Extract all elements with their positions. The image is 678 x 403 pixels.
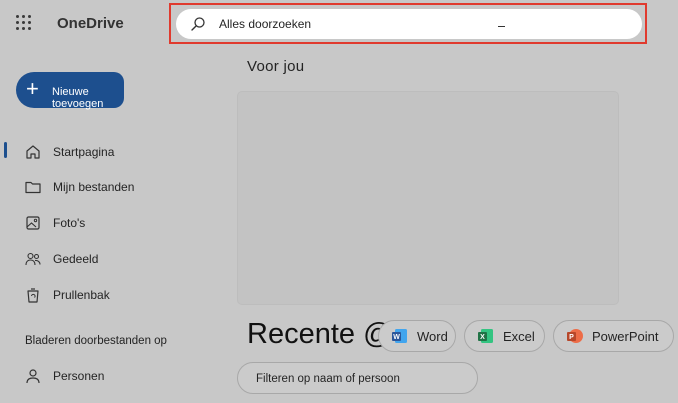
sidebar-item-label: Personen [53,369,105,383]
sidebar-item-label: Mijn bestanden [53,180,135,194]
search-icon [191,17,205,31]
add-new-button[interactable]: + Nieuwe toevoegen [16,72,124,110]
image-icon [26,216,40,230]
sidebar-item-recycle-bin[interactable]: Prullenbak [24,284,110,306]
sidebar-item-label: Startpagina [53,145,115,159]
recent-heading: Recente @ [247,318,393,350]
sidebar-item-photos[interactable]: Foto's [24,212,85,234]
filter-chip-label: Word [417,328,448,344]
app-launcher-icon[interactable] [16,15,32,31]
word-icon: W [392,329,407,343]
filter-chip-excel[interactable]: X Excel [464,320,545,352]
filter-chip-label: Excel [503,328,535,344]
app-title[interactable]: OneDrive [57,15,124,32]
folder-icon [25,181,41,194]
svg-text:W: W [393,334,400,341]
person-icon [26,369,40,384]
svg-text:X: X [480,334,485,341]
filter-chip-powerpoint[interactable]: P PowerPoint [553,320,674,352]
home-icon [26,145,40,159]
filter-box[interactable] [237,362,478,394]
sidebar-item-label: Foto's [53,216,86,230]
svg-text:P: P [569,334,574,341]
sidebar-item-label: Prullenbak [53,288,110,302]
search-box[interactable] [176,9,642,39]
plus-icon: + [26,76,39,101]
recycle-bin-icon [27,288,39,303]
filter-chip-label: PowerPoint [592,328,659,344]
for-you-card-placeholder[interactable] [238,92,618,304]
search-input[interactable] [219,15,519,33]
filter-chip-word[interactable]: W Word [378,320,456,352]
sidebar-item-home[interactable]: Startpagina [24,141,114,163]
powerpoint-icon: P [567,329,583,343]
sidebar-item-people[interactable]: Personen [24,365,104,387]
excel-icon: X [478,329,493,343]
browse-section-heading: Bladeren doorbestanden op [25,335,167,347]
text-caret [498,26,505,27]
active-nav-indicator [4,142,7,158]
people-icon [25,252,41,266]
sidebar-item-label: Gedeeld [53,252,99,266]
filter-by-name-or-person-input[interactable] [256,372,466,386]
for-you-heading: Voor jou [247,58,305,75]
sidebar-item-shared[interactable]: Gedeeld [24,248,98,270]
add-new-button-label: Nieuwe toevoegen [52,86,104,110]
sidebar-item-my-files[interactable]: Mijn bestanden [24,176,134,198]
onedrive-app: OneDrive + Nieuwe toevoegen Startpagina … [0,0,678,403]
